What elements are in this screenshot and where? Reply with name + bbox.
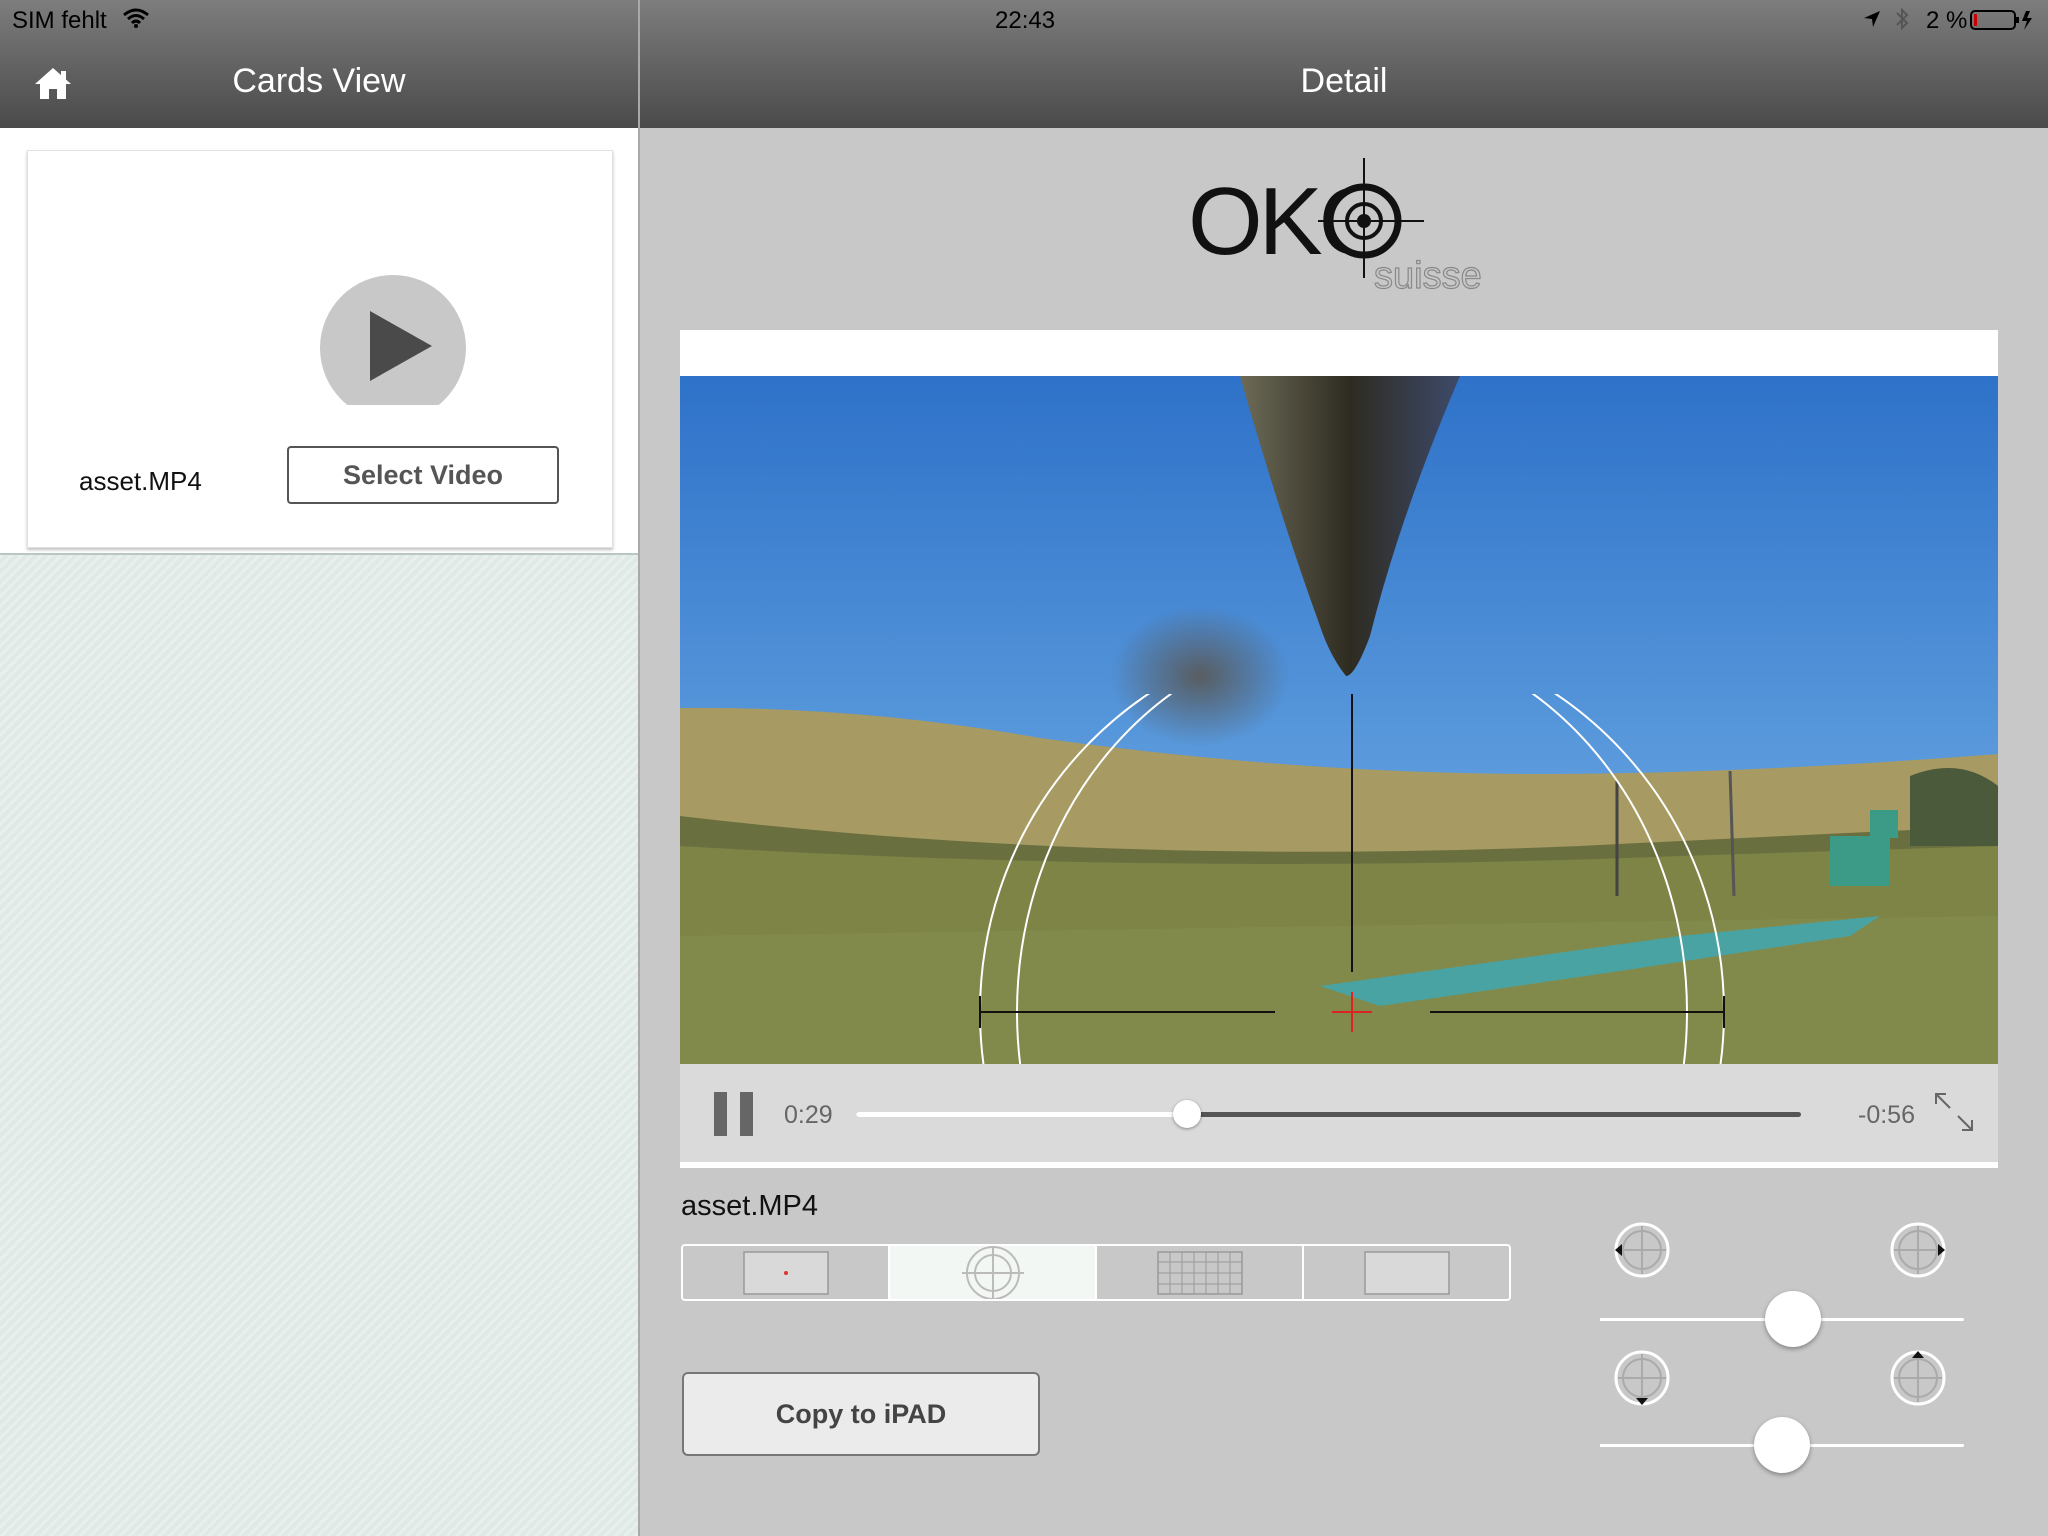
pause-icon	[714, 1092, 727, 1136]
detail-filename: asset.MP4	[681, 1190, 818, 1222]
segment-grid[interactable]	[1097, 1246, 1304, 1299]
segment-red-dot[interactable]	[683, 1246, 890, 1299]
blank-reticle-icon	[1363, 1250, 1450, 1295]
pause-icon-bar	[740, 1092, 753, 1136]
scrubber-thumb[interactable]	[1172, 1100, 1201, 1128]
elapsed-time: 0:29	[784, 1101, 833, 1129]
reticle-segmented-control	[681, 1244, 1511, 1301]
location-arrow-icon	[1864, 11, 1880, 27]
video-card[interactable]: asset.MP4 Select Video	[27, 150, 613, 548]
play-icon[interactable]	[320, 275, 466, 405]
scrubber-progress	[856, 1112, 1187, 1117]
pause-button[interactable]	[714, 1092, 754, 1136]
move-right-crosshair-icon[interactable]	[1888, 1220, 1948, 1280]
grid-reticle-icon	[1156, 1250, 1243, 1295]
detail-title: Detail	[1300, 62, 1388, 100]
segment-blank[interactable]	[1304, 1246, 1509, 1299]
master-title: Cards View	[232, 62, 406, 100]
detail-pane: 22:43 2 % Detail OKO suisse 0:29 -0:56 a…	[640, 0, 2048, 1536]
svg-text:suisse: suisse	[1374, 255, 1482, 297]
scope-reticle-overlay	[979, 694, 1725, 1064]
card-list: asset.MP4 Select Video	[0, 128, 638, 555]
copy-to-ipad-button[interactable]: Copy to iPAD	[682, 1372, 1040, 1456]
master-pane: SIM fehlt Cards View asset.MP4 Select Vi…	[0, 0, 638, 1536]
circle-crosshair-reticle-icon	[961, 1246, 1024, 1299]
carrier-status: SIM fehlt	[12, 7, 107, 34]
move-up-crosshair-icon[interactable]	[1888, 1348, 1948, 1408]
wifi-icon	[123, 8, 149, 28]
remaining-time: -0:56	[1858, 1101, 1915, 1129]
move-left-crosshair-icon[interactable]	[1612, 1220, 1672, 1280]
video-controls: 0:29 -0:56	[680, 1064, 1998, 1162]
video-frame[interactable]	[680, 376, 1998, 1064]
vertical-offset-thumb[interactable]	[1754, 1417, 1810, 1473]
red-dot-reticle-icon	[742, 1250, 829, 1295]
vertical-offset-slider[interactable]	[1600, 1417, 1964, 1473]
horizontal-offset-thumb[interactable]	[1764, 1291, 1821, 1347]
battery-icon	[1970, 10, 2032, 30]
fullscreen-expand-icon[interactable]	[1932, 1090, 1976, 1134]
segment-circle-crosshair[interactable]	[890, 1246, 1097, 1299]
video-thumbnail[interactable]	[320, 275, 466, 405]
master-nav-bar: SIM fehlt Cards View	[0, 0, 638, 128]
detail-nav-bar: 22:43 2 % Detail	[640, 0, 2048, 128]
clock: 22:43	[995, 7, 1056, 34]
select-video-button[interactable]: Select Video	[287, 446, 559, 504]
oko-suisse-logo: OKO suisse	[1188, 158, 1482, 298]
battery-percent: 2 %	[1926, 7, 1968, 34]
card-filename: asset.MP4	[79, 466, 202, 496]
horizontal-offset-slider[interactable]	[1600, 1291, 1964, 1347]
bluetooth-icon	[1896, 7, 1909, 31]
scrubber-track[interactable]	[856, 1100, 1801, 1128]
horizontal-offset-fill	[1600, 1318, 1793, 1321]
move-down-crosshair-icon[interactable]	[1612, 1348, 1672, 1408]
